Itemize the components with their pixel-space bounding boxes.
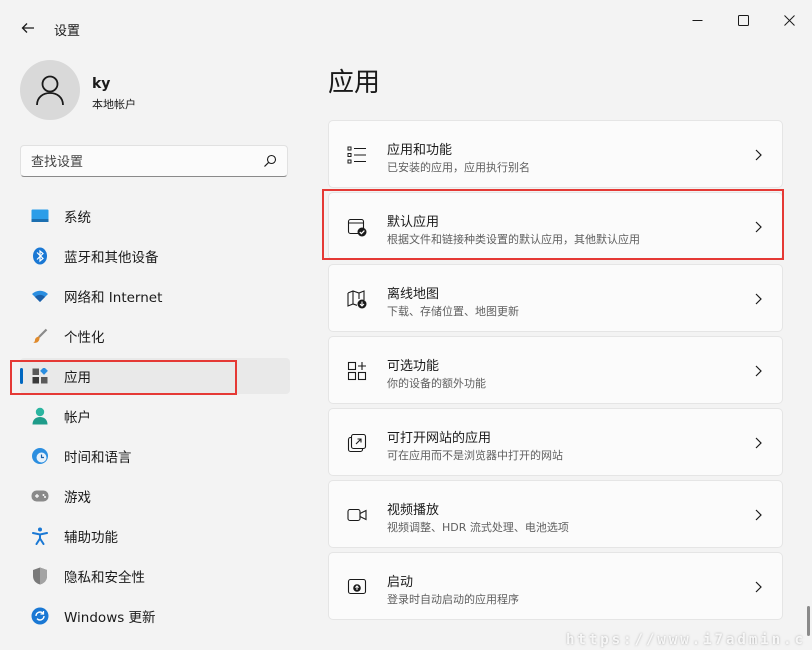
card-title: 启动 [387, 575, 414, 590]
chevron-right-icon [755, 509, 762, 521]
search-box[interactable] [20, 145, 288, 177]
accessibility-icon [32, 527, 48, 545]
chevron-right-icon [755, 149, 762, 161]
startup-icon [347, 578, 367, 595]
shield-icon [33, 567, 47, 585]
update-icon [31, 607, 49, 625]
card-description: 视频调整、HDR 流式处理、电池选项 [387, 521, 569, 534]
card-description: 下载、存储位置、地图更新 [387, 305, 519, 318]
sidebar-item-time-language[interactable]: 时间和语言 [20, 438, 290, 474]
back-arrow-icon [21, 23, 34, 33]
gamepad-icon [31, 490, 49, 502]
card-apps-features[interactable]: 应用和功能 已安装的应用，应用执行别名 [328, 120, 783, 188]
apps-icon [32, 368, 48, 384]
optional-features-icon [347, 361, 367, 381]
watermark: https://www.i7admin.c [565, 632, 806, 648]
card-title: 可选功能 [387, 359, 440, 374]
card-video-playback[interactable]: 视频播放 视频调整、HDR 流式处理、电池选项 [328, 480, 783, 548]
card-optional-features[interactable]: 可选功能 你的设备的额外功能 [328, 336, 783, 404]
card-description: 你的设备的额外功能 [387, 377, 486, 390]
chevron-right-icon [755, 221, 762, 233]
card-title: 离线地图 [387, 287, 440, 302]
video-icon [347, 508, 367, 522]
open-external-icon [347, 433, 367, 453]
card-description: 已安装的应用，应用执行别名 [387, 161, 530, 174]
scrollbar[interactable] [807, 606, 810, 636]
account-type: 本地帐户 [92, 98, 136, 111]
account-icon [32, 407, 48, 425]
sidebar-item-label: Windows 更新 [64, 610, 156, 626]
minimize-button[interactable] [674, 0, 720, 40]
card-description: 根据文件和链接种类设置的默认应用，其他默认应用 [387, 233, 640, 246]
back-button[interactable] [14, 14, 42, 42]
user-name: ky [92, 76, 111, 92]
minimize-icon [692, 19, 702, 21]
sidebar-item-label: 时间和语言 [64, 450, 132, 466]
person-icon [36, 75, 64, 106]
default-apps-icon [347, 218, 367, 237]
sidebar-item-label: 系统 [64, 210, 91, 226]
page-title: 应用 [328, 68, 381, 98]
sidebar-item-label: 隐私和安全性 [64, 570, 145, 586]
sidebar-item-label: 辅助功能 [64, 530, 118, 546]
sidebar-item-windows-update[interactable]: Windows 更新 [20, 598, 290, 634]
search-icon[interactable] [263, 154, 277, 168]
sidebar-item-bluetooth[interactable]: 蓝牙和其他设备 [20, 238, 290, 274]
bluetooth-icon [33, 247, 47, 265]
maximize-icon [737, 14, 749, 26]
card-title: 视频播放 [387, 503, 440, 518]
chevron-right-icon [755, 437, 762, 449]
list-icon [347, 146, 366, 164]
card-startup[interactable]: 启动 登录时自动启动的应用程序 [328, 552, 783, 620]
card-title: 默认应用 [387, 215, 440, 230]
sidebar-item-label: 网络和 Internet [64, 290, 163, 306]
chevron-right-icon [755, 293, 762, 305]
chevron-right-icon [755, 365, 762, 377]
sidebar-item-accounts[interactable]: 帐户 [20, 398, 290, 434]
sidebar-item-label: 游戏 [64, 490, 91, 506]
close-button[interactable] [766, 0, 812, 40]
avatar [20, 60, 80, 120]
card-title: 应用和功能 [387, 143, 453, 158]
wifi-icon [32, 290, 48, 302]
brush-icon [33, 328, 48, 343]
sidebar-item-label: 应用 [64, 370, 91, 386]
selection-indicator [20, 368, 23, 384]
sidebar-item-privacy[interactable]: 隐私和安全性 [20, 558, 290, 594]
sidebar-item-label: 帐户 [64, 410, 91, 426]
card-description: 登录时自动启动的应用程序 [387, 593, 519, 606]
card-title: 可打开网站的应用 [387, 431, 492, 446]
sidebar-item-network[interactable]: 网络和 Internet [20, 278, 290, 314]
user-profile[interactable]: ky 本地帐户 [20, 60, 290, 122]
title-bar: 设置 [0, 0, 812, 44]
chevron-right-icon [755, 581, 762, 593]
map-icon [347, 290, 367, 309]
system-icon [31, 209, 49, 222]
sidebar-item-label: 个性化 [64, 330, 105, 346]
maximize-button[interactable] [720, 0, 766, 40]
settings-card-list: 应用和功能 已安装的应用，应用执行别名 默认应用 根据文件和链接种类设置的默认应… [328, 120, 783, 624]
card-description: 可在应用而不是浏览器中打开的网站 [387, 449, 563, 462]
sidebar-item-system[interactable]: 系统 [20, 198, 290, 234]
sidebar-item-gaming[interactable]: 游戏 [20, 478, 290, 514]
card-offline-maps[interactable]: 离线地图 下载、存储位置、地图更新 [328, 264, 783, 332]
search-input[interactable] [31, 152, 251, 172]
window-controls [674, 0, 812, 40]
sidebar-item-personalization[interactable]: 个性化 [20, 318, 290, 354]
sidebar-item-label: 蓝牙和其他设备 [64, 250, 159, 266]
sidebar-nav: 系统 蓝牙和其他设备 网络和 Internet 个性化 应用 帐户 时间和语言 … [20, 198, 290, 638]
sidebar-item-apps[interactable]: 应用 [20, 358, 290, 394]
window-title: 设置 [54, 24, 81, 39]
close-icon [783, 14, 795, 26]
card-default-apps[interactable]: 默认应用 根据文件和链接种类设置的默认应用，其他默认应用 [328, 192, 783, 260]
card-apps-for-websites[interactable]: 可打开网站的应用 可在应用而不是浏览器中打开的网站 [328, 408, 783, 476]
time-language-icon [32, 448, 48, 464]
sidebar-item-accessibility[interactable]: 辅助功能 [20, 518, 290, 554]
